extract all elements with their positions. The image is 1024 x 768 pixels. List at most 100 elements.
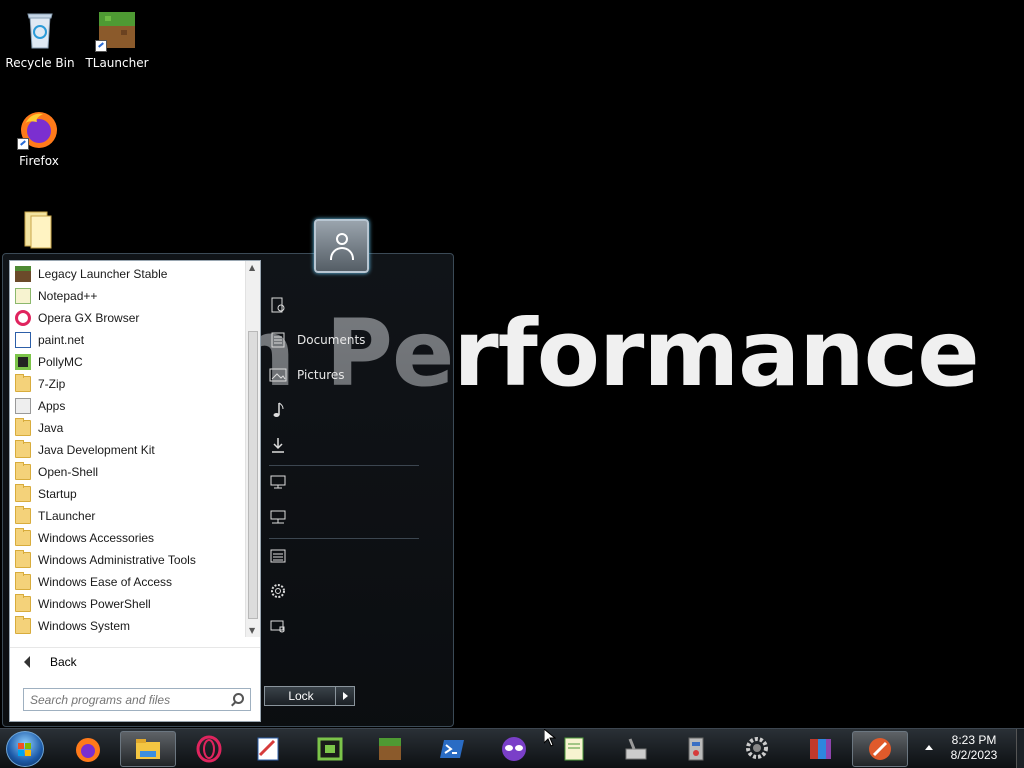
start-menu: Legacy Launcher Stable Notepad++ Opera G… <box>2 253 454 727</box>
program-label: Windows PowerShell <box>38 597 151 611</box>
scrollbar-thumb[interactable] <box>248 331 258 619</box>
folder-icon <box>15 462 31 480</box>
right-item-label: Pictures <box>297 368 345 382</box>
start-button[interactable] <box>6 731 44 767</box>
back-button[interactable]: Back <box>10 647 260 675</box>
search-input[interactable] <box>30 692 220 707</box>
scroll-down-icon[interactable]: ▼ <box>249 626 255 635</box>
program-item-windows-ease-of-access[interactable]: Windows Ease of Access <box>10 571 246 593</box>
search-box[interactable] <box>23 688 251 711</box>
taskbar-pollymc[interactable] <box>302 731 358 767</box>
program-item-notepadpp[interactable]: Notepad++ <box>10 285 246 307</box>
right-item-settings[interactable] <box>269 578 449 604</box>
show-desktop-button[interactable] <box>1016 729 1024 768</box>
minecraft-block-icon <box>15 266 31 282</box>
program-item-legacy-launcher[interactable]: Legacy Launcher Stable <box>10 263 246 285</box>
taskbar-clock[interactable]: 8:23 PM 8/2/2023 <box>938 733 1010 763</box>
taskbar-paintnet[interactable] <box>240 731 296 767</box>
right-item-music[interactable] <box>269 397 449 423</box>
mask-app-icon <box>502 737 526 761</box>
download-icon <box>269 436 287 454</box>
taskbar-mask-app[interactable] <box>486 731 542 767</box>
notepadpp-icon <box>15 288 31 304</box>
right-item-security[interactable] <box>269 613 449 639</box>
program-label: Notepad++ <box>38 289 98 303</box>
program-item-java[interactable]: Java <box>10 417 246 439</box>
program-item-windows-system[interactable]: Windows System <box>10 615 246 637</box>
network-icon <box>269 508 287 526</box>
program-item-apps[interactable]: Apps <box>10 395 246 417</box>
program-label: Java <box>38 421 64 435</box>
right-item-documents[interactable]: Documents <box>269 327 449 353</box>
music-icon <box>269 401 287 419</box>
program-item-tlauncher[interactable]: TLauncher <box>10 505 246 527</box>
program-label: Windows System <box>38 619 131 633</box>
taskbar-registry[interactable] <box>668 731 724 767</box>
program-label: Startup <box>38 487 77 501</box>
user-avatar[interactable] <box>314 219 369 273</box>
taskbar-file-explorer[interactable] <box>120 731 176 767</box>
right-item-downloads[interactable] <box>269 432 449 458</box>
taskbar-active-app[interactable] <box>852 731 908 767</box>
lock-button[interactable]: Lock <box>264 686 338 706</box>
folder-icon <box>15 572 31 590</box>
taskbar-settings[interactable] <box>730 731 786 767</box>
right-item-user-files[interactable] <box>269 292 449 318</box>
program-item-windows-admin-tools[interactable]: Windows Administrative Tools <box>10 549 246 571</box>
scroll-up-icon[interactable]: ▲ <box>249 263 255 272</box>
power-options-arrow-button[interactable] <box>335 686 355 706</box>
right-item-pictures[interactable]: Pictures <box>269 362 449 388</box>
computer-icon <box>269 473 287 491</box>
start-menu-right-pane: Documents Pictures <box>261 254 453 728</box>
taskbar <box>0 728 1024 768</box>
program-label: Windows Ease of Access <box>38 575 173 589</box>
program-label: Legacy Launcher Stable <box>38 267 168 281</box>
taskbar-powershell[interactable] <box>424 731 480 767</box>
desktop-icon-tlauncher[interactable]: TLauncher <box>77 8 157 70</box>
programs-pane: Legacy Launcher Stable Notepad++ Opera G… <box>9 260 261 722</box>
desktop-icon-firefox[interactable]: Firefox <box>0 106 79 168</box>
right-item-computer[interactable] <box>269 469 449 495</box>
desktop-icon-folder[interactable] <box>0 208 79 256</box>
apps-icon <box>15 398 31 414</box>
registry-icon <box>688 737 704 761</box>
opera-icon <box>196 735 222 763</box>
taskbar-tools[interactable] <box>608 731 664 767</box>
taskbar-firefox[interactable] <box>60 731 116 767</box>
program-item-windows-powershell[interactable]: Windows PowerShell <box>10 593 246 615</box>
desktop-icon-label: Firefox <box>19 154 59 168</box>
program-item-7zip[interactable]: 7-Zip <box>10 373 246 395</box>
program-label: Opera GX Browser <box>38 311 140 325</box>
show-hidden-icons-button[interactable] <box>925 745 933 750</box>
desktop-icon-label: TLauncher <box>85 56 149 70</box>
settings-icon <box>746 737 768 759</box>
search-icon[interactable] <box>233 693 244 704</box>
paintnet-icon <box>15 332 31 348</box>
desktop-icon-recycle-bin[interactable]: Recycle Bin <box>0 8 80 70</box>
program-item-open-shell[interactable]: Open-Shell <box>10 461 246 483</box>
program-item-pollymc[interactable]: PollyMC <box>10 351 246 373</box>
taskbar-minecraft[interactable] <box>362 731 418 767</box>
program-list: Legacy Launcher Stable Notepad++ Opera G… <box>10 263 246 637</box>
program-item-windows-accessories[interactable]: Windows Accessories <box>10 527 246 549</box>
program-list-scrollbar[interactable]: ▲ ▼ <box>245 261 260 637</box>
right-item-label: Documents <box>297 333 366 347</box>
program-item-jdk[interactable]: Java Development Kit <box>10 439 246 461</box>
document-icon <box>269 331 287 349</box>
program-item-opera-gx[interactable]: Opera GX Browser <box>10 307 246 329</box>
program-label: 7-Zip <box>38 377 66 391</box>
folder-icon <box>17 208 61 252</box>
minecraft-icon <box>379 738 401 760</box>
right-item-network[interactable] <box>269 504 449 530</box>
right-item-control-panel[interactable] <box>269 543 449 569</box>
firefox-icon <box>76 738 100 762</box>
folder-icon <box>15 616 31 634</box>
taskbar-opera[interactable] <box>181 731 237 767</box>
program-label: Java Development Kit <box>38 443 155 457</box>
notepadpp-icon <box>564 737 584 761</box>
program-item-startup[interactable]: Startup <box>10 483 246 505</box>
program-item-paintnet[interactable]: paint.net <box>10 329 246 351</box>
folder-icon <box>15 440 31 458</box>
opera-icon <box>15 310 31 326</box>
taskbar-winrar[interactable] <box>792 731 848 767</box>
